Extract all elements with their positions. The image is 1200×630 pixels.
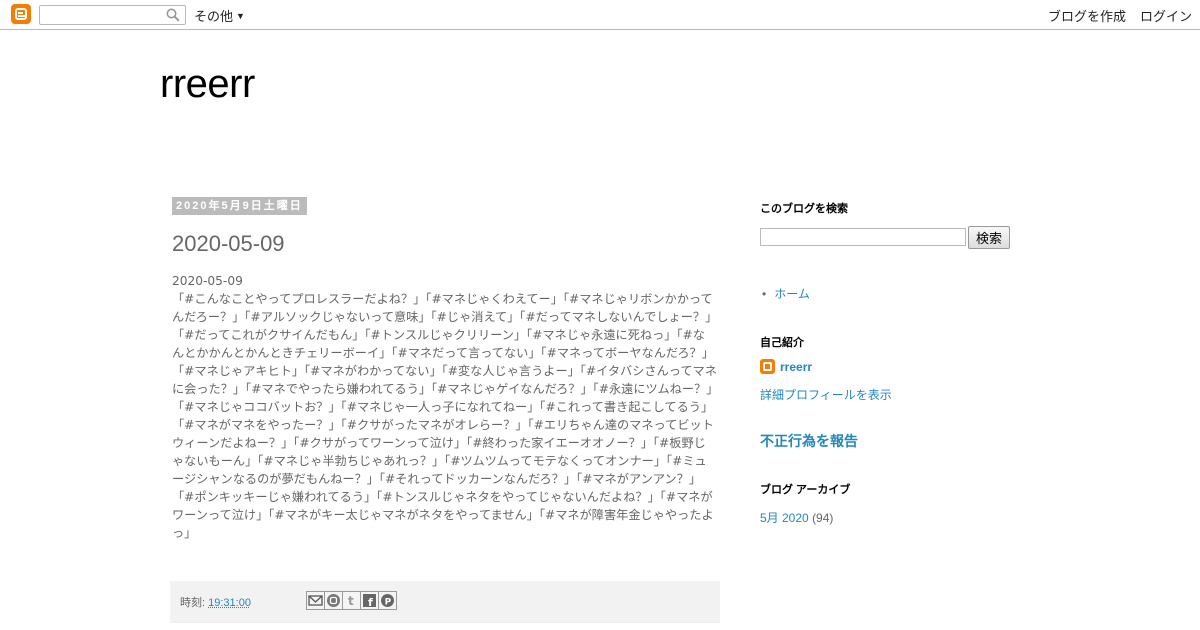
post-date-header: 2020年5月9日土曜日 (172, 197, 307, 215)
twitter-icon: t (348, 594, 354, 608)
post-footer: 時刻: 19:31:00 t f P (170, 581, 720, 623)
share-buttons: t f P (306, 591, 397, 610)
svg-text:f: f (368, 596, 373, 608)
login-link[interactable]: ログイン (1140, 6, 1192, 25)
navbar-search-input[interactable] (42, 7, 162, 21)
profile-row: rreerr (760, 359, 812, 375)
email-share-button[interactable] (306, 591, 325, 610)
report-abuse-link[interactable]: 不正行為を報告 (760, 431, 858, 451)
post-timestamp: 時刻: 19:31:00 (180, 594, 251, 610)
post-time-link[interactable]: 19:31:00 (208, 597, 251, 609)
page-link-home[interactable]: ホーム (774, 287, 810, 301)
archive-widget-title: ブログ アーカイブ (760, 484, 851, 496)
page-item-home: ホーム (762, 285, 810, 302)
posted-at-label: 時刻: (180, 597, 206, 609)
facebook-icon: f (363, 594, 376, 608)
profile-widget-title: 自己紹介 (760, 337, 804, 349)
post-body-first-line: 2020-05-09 (172, 274, 243, 288)
profile-name-link[interactable]: rreerr (780, 360, 812, 374)
blogger-logo-icon[interactable] (11, 4, 31, 24)
navbar-search-box (39, 5, 186, 25)
email-icon (308, 595, 323, 606)
post-body-text: 「#こんなことやってプロレスラーだよね？」「#マネじゃくわえてー」「#マネじゃリ… (172, 292, 717, 540)
archive-month-link[interactable]: 5月 2020 (760, 511, 809, 525)
pinterest-share-button[interactable]: P (378, 591, 397, 610)
blogger-profile-icon (760, 359, 775, 374)
archive-item: 5月 2020 (94) (760, 509, 833, 526)
blogger-icon (327, 594, 340, 607)
view-full-profile-link[interactable]: 詳細プロフィールを表示 (760, 386, 892, 403)
caret-down-icon: ▼ (236, 11, 245, 21)
blog-search-button[interactable]: 検索 (968, 226, 1010, 249)
pages-list: ホーム (762, 285, 810, 302)
pinterest-icon: P (381, 594, 394, 608)
archive-post-count: (94) (812, 511, 834, 525)
search-icon[interactable] (166, 8, 180, 22)
blog-search-input[interactable] (760, 228, 966, 246)
svg-text:t: t (348, 594, 354, 608)
facebook-share-button[interactable]: f (360, 591, 379, 610)
blogthis-share-button[interactable] (324, 591, 343, 610)
post-body: 2020-05-09 「#こんなことやってプロレスラーだよね？」「#マネじゃくわ… (172, 272, 717, 542)
post-title: 2020-05-09 (172, 231, 285, 256)
create-blog-link[interactable]: ブログを作成 (1048, 6, 1126, 25)
blog-title[interactable]: rreerr (160, 62, 255, 107)
svg-text:P: P (385, 598, 392, 608)
twitter-share-button[interactable]: t (342, 591, 361, 610)
blogger-navbar: その他 ▼ ブログを作成 ログイン (0, 0, 1200, 30)
navbar-more-menu[interactable]: その他 ▼ (194, 6, 245, 25)
search-widget-title: このブログを検索 (760, 203, 848, 215)
navbar-more-label: その他 (194, 9, 234, 24)
